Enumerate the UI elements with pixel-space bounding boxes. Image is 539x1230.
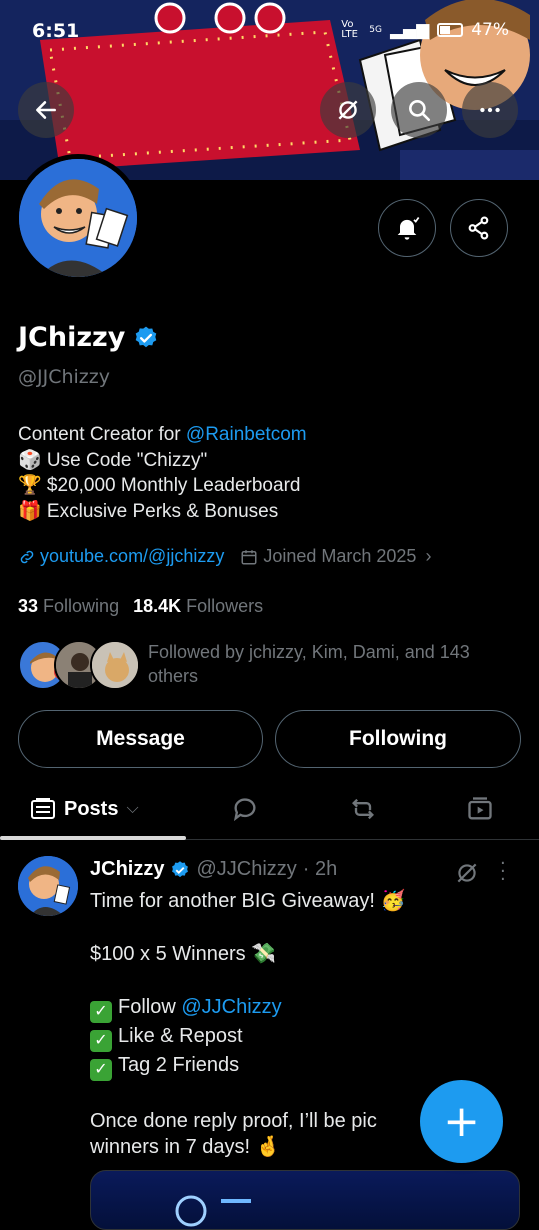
- compose-icon: +: [443, 1096, 480, 1147]
- followed-by[interactable]: Followed by jchizzy, Kim, Dami, and 143 …: [18, 640, 528, 692]
- post-mention-link[interactable]: @JJChizzy: [181, 996, 281, 1018]
- profile-avatar[interactable]: [14, 154, 142, 282]
- profile-tabs: Posts ⌵: [0, 780, 539, 840]
- bio-prefix: Content Creator for: [18, 424, 186, 445]
- tab-replies[interactable]: [231, 780, 259, 838]
- profile-banner: 6:51 Vo LTE 5G ▂▄▆ 47%: [0, 0, 539, 180]
- bio-line-perks: 🎁 Exclusive Perks & Bonuses: [18, 500, 279, 522]
- repost-icon: [352, 798, 374, 820]
- post-line: Like & Repost: [118, 1025, 243, 1047]
- followers-count: 18.4K: [133, 596, 182, 616]
- chevron-down-icon: ⌵: [126, 800, 139, 817]
- profile-bio: Content Creator for @Rainbetcom 🎲 Use Co…: [18, 422, 307, 524]
- signal-label: 5G: [369, 25, 382, 35]
- profile-name: JChizzy: [18, 322, 159, 353]
- replies-icon: [233, 798, 256, 822]
- calendar-icon: [241, 549, 257, 564]
- following-count-link[interactable]: 33 Following: [18, 596, 119, 617]
- profile-meta: youtube.com/@jjchizzy Joined March 2025 …: [18, 546, 431, 567]
- posts-icon: [31, 798, 55, 819]
- checkmark-icon: ✓: [90, 1001, 112, 1023]
- tab-posts-label: Posts: [64, 797, 119, 820]
- notification-bell-icon: [397, 216, 420, 240]
- compose-button[interactable]: +: [420, 1080, 503, 1163]
- status-right: Vo LTE 5G ▂▄▆ 47%: [341, 19, 509, 41]
- media-icon: [468, 797, 492, 820]
- checkmark-icon: ✓: [90, 1059, 112, 1081]
- followers-label: Followers: [186, 596, 264, 616]
- post-line: Once done reply proof, I’ll be pic: [90, 1109, 377, 1132]
- grok-icon[interactable]: [454, 860, 480, 886]
- battery-icon: [437, 23, 464, 37]
- follower-avatar: [90, 640, 140, 690]
- post-more-icon[interactable]: · · ·: [500, 855, 506, 889]
- battery-percent: 47%: [471, 20, 509, 40]
- follow-counts: 33 Following 18.4K Followers: [18, 596, 263, 617]
- post-author-avatar[interactable]: [18, 856, 78, 916]
- grok-button[interactable]: [320, 82, 376, 138]
- post-line: $100 x 5 Winners 💸: [90, 943, 277, 965]
- following-count: 33: [18, 596, 39, 616]
- more-icon: [480, 107, 500, 113]
- post-header: JChizzy @JJChizzy · 2h: [90, 858, 337, 881]
- joined-text: Joined March 2025: [263, 546, 417, 566]
- share-button[interactable]: [450, 199, 508, 257]
- following-label: Following: [43, 596, 120, 616]
- joined-date[interactable]: Joined March 2025 ›: [240, 546, 431, 567]
- post-line: Tag 2 Friends: [118, 1054, 240, 1076]
- active-tab-indicator: [0, 836, 186, 840]
- back-arrow-icon: [36, 101, 56, 119]
- bio-line-leaderboard: 🏆 $20,000 Monthly Leaderboard: [18, 475, 301, 496]
- status-bar: 6:51 Vo LTE 5G ▂▄▆ 47%: [0, 0, 539, 60]
- website-link[interactable]: youtube.com/@jjchizzy: [18, 546, 224, 567]
- bio-line-code: 🎲 Use Code "Chizzy": [18, 449, 208, 471]
- status-time: 6:51: [32, 20, 80, 42]
- post-author-handle[interactable]: @JJChizzy: [196, 858, 296, 881]
- bio-mention-link[interactable]: @Rainbetcom: [186, 424, 307, 445]
- back-button[interactable]: [18, 82, 74, 138]
- profile-handle: @JJChizzy: [18, 366, 110, 388]
- tab-reposts[interactable]: [348, 780, 378, 838]
- notification-button[interactable]: [378, 199, 436, 257]
- followers-count-link[interactable]: 18.4K Followers: [133, 596, 263, 617]
- verified-badge-icon: [172, 860, 189, 877]
- message-button[interactable]: Message: [18, 710, 263, 768]
- share-icon: [468, 216, 489, 240]
- followed-by-text: Followed by jchizzy, Kim, Dami, and 143 …: [148, 642, 470, 686]
- link-icon: [20, 550, 34, 563]
- grok-icon: [338, 100, 358, 120]
- post-line: Follow: [118, 996, 182, 1018]
- avatar-image: [19, 159, 137, 277]
- post-line: Time for another BIG Giveaway! 🥳: [90, 890, 406, 912]
- website-text: youtube.com/@jjchizzy: [40, 546, 225, 566]
- search-icon: [409, 100, 431, 122]
- post-media[interactable]: [90, 1170, 520, 1230]
- verified-badge-icon[interactable]: [133, 325, 159, 351]
- chevron-right-icon: ›: [425, 546, 432, 566]
- post-time[interactable]: · 2h: [303, 858, 337, 881]
- tab-posts[interactable]: Posts ⌵: [30, 780, 139, 838]
- network-label: Vo LTE: [341, 19, 358, 40]
- signal-icon: ▂▄▆: [389, 20, 430, 40]
- profile-name-text: JChizzy: [18, 322, 126, 353]
- post-author-name[interactable]: JChizzy: [90, 858, 164, 881]
- search-button[interactable]: [391, 82, 447, 138]
- following-button[interactable]: Following: [275, 710, 521, 768]
- tab-media[interactable]: [466, 780, 494, 838]
- more-button[interactable]: [462, 82, 518, 138]
- checkmark-icon: ✓: [90, 1030, 112, 1052]
